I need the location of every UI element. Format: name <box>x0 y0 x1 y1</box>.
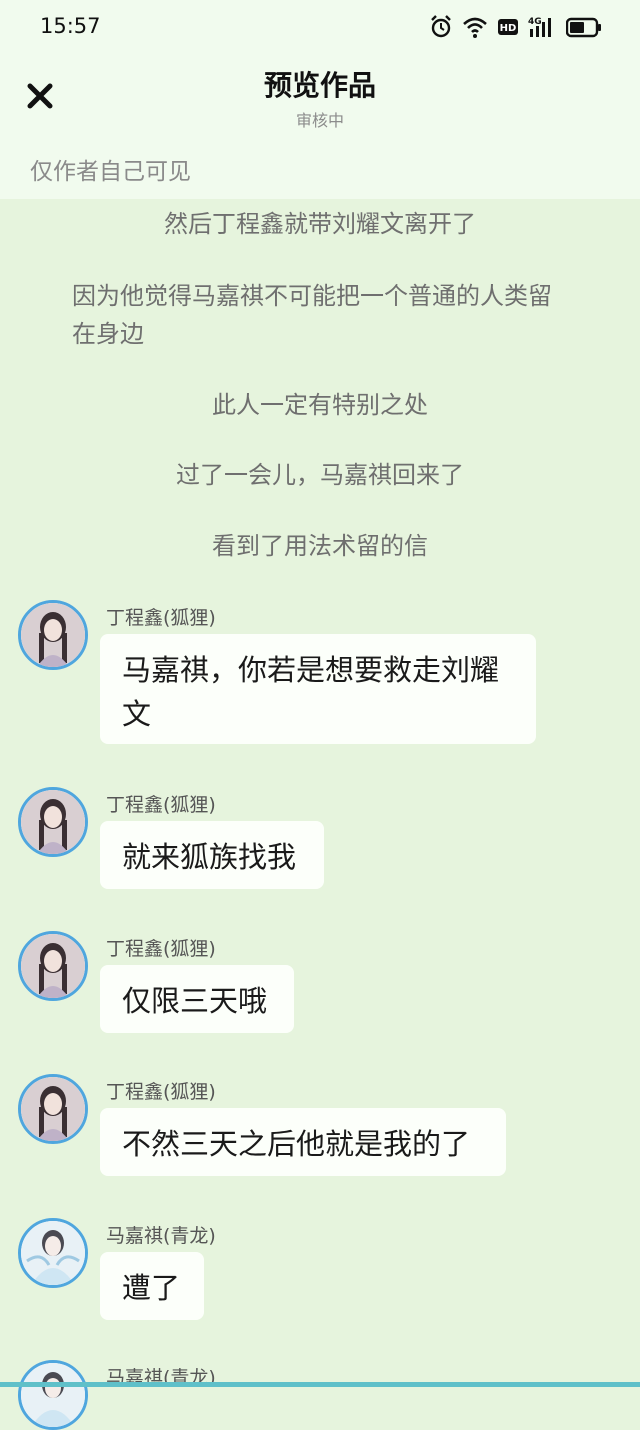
avatar[interactable] <box>18 931 88 1001</box>
avatar[interactable] <box>18 1360 88 1430</box>
wifi-icon <box>462 15 488 41</box>
speaker-name: 丁程鑫(狐狸) <box>106 607 216 629</box>
review-status: 审核中 <box>295 111 344 130</box>
speaker-name: 丁程鑫(狐狸) <box>106 1081 216 1103</box>
avatar[interactable] <box>18 600 88 670</box>
hd-icon: HD <box>498 15 518 41</box>
battery-icon <box>565 15 602 41</box>
avatar[interactable] <box>18 1218 88 1288</box>
narration-line: 过了一会儿，马嘉祺回来了 <box>176 461 464 489</box>
message-bubble[interactable]: 仅限三天哦 <box>100 965 294 1033</box>
top-bar: 15:57 HD 4G 预览作品 审核中 仅作者自己可见 <box>0 0 640 199</box>
message-bubble[interactable]: 不然三天之后他就是我的了 <box>100 1108 506 1176</box>
narration-line: 此人一定有特别之处 <box>212 391 428 419</box>
status-bar: 15:57 HD 4G <box>0 0 640 56</box>
alarm-icon <box>430 15 452 41</box>
message-bubble[interactable]: 遭了 <box>100 1252 204 1320</box>
status-icons: HD 4G <box>430 15 602 41</box>
avatar[interactable] <box>18 787 88 857</box>
message-bubble[interactable]: 马嘉祺，你若是想要救走刘耀文 <box>100 634 536 744</box>
speaker-name: 马嘉祺(青龙) <box>106 1225 216 1247</box>
visibility-note: 仅作者自己可见 <box>30 159 191 185</box>
message-bubble[interactable]: 就来狐族找我 <box>100 821 324 889</box>
bottom-indicator <box>0 1382 640 1387</box>
svg-text:4G: 4G <box>528 17 542 27</box>
narration-line: 然后丁程鑫就带刘耀文离开了 <box>164 210 476 238</box>
svg-text:HD: HD <box>500 23 517 34</box>
avatar[interactable] <box>18 1074 88 1144</box>
narration-line: 因为他觉得马嘉祺不可能把一个普通的人类留在身边 <box>72 282 552 348</box>
page-title: 预览作品 <box>263 69 376 102</box>
speaker-name: 丁程鑫(狐狸) <box>106 938 216 960</box>
narration-line: 看到了用法术留的信 <box>212 532 428 560</box>
speaker-name: 丁程鑫(狐狸) <box>106 794 216 816</box>
signal-4g-icon: 4G <box>528 15 556 41</box>
status-time: 15:57 <box>40 14 101 38</box>
